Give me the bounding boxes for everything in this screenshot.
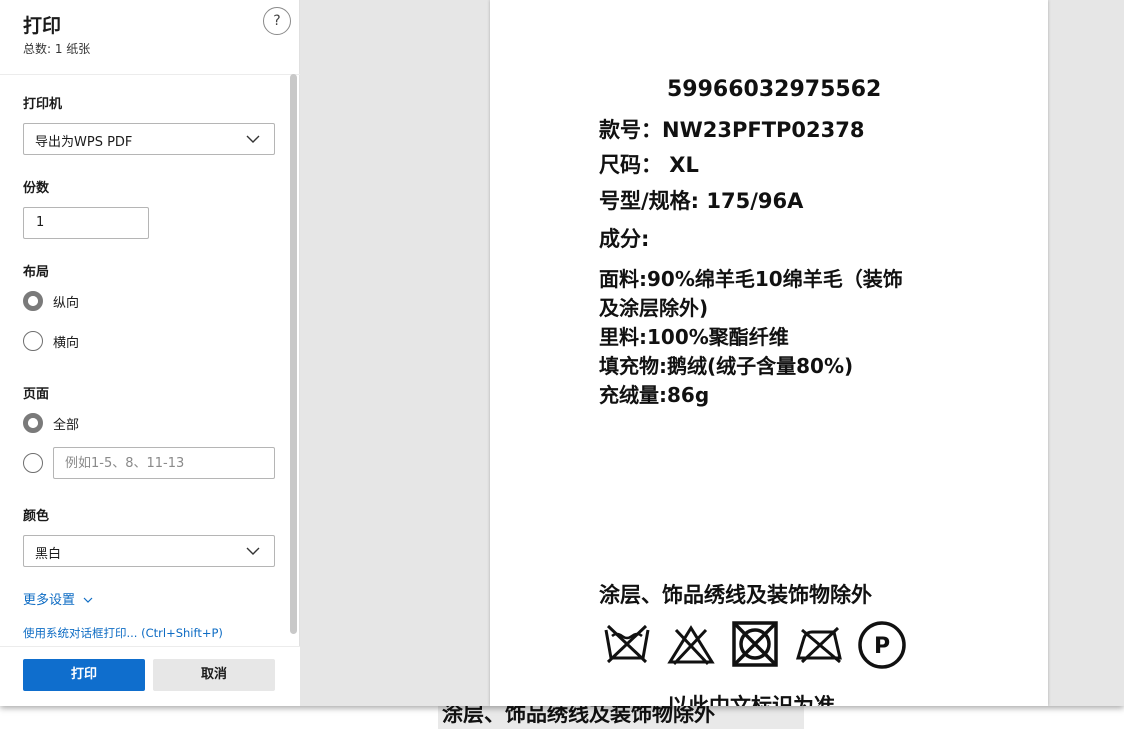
chevron-down-icon [246,547,260,555]
color-select[interactable]: 黑白 [23,535,275,567]
all-pages-radio[interactable] [23,413,43,433]
page-range-field [53,447,275,479]
cancel-button[interactable]: 取消 [153,659,275,691]
print-preview-page: 59966032975562 款号：NW23PFTP02378 尺码： XL 号… [490,0,1048,706]
barcode-number: 59966032975562 [667,77,882,102]
exclusion-line: 涂层、饰品绣线及装饰物除外 [599,583,872,607]
all-pages-label: 全部 [53,418,80,433]
panel-header: 打印 总数: 1 纸张 ? [0,0,300,75]
no-iron-icon [795,626,842,664]
chinese-label-note: 以此中文标识为准 [667,694,835,706]
copies-input[interactable]: 1 [23,207,149,239]
settings-panel: 打印 总数: 1 纸张 ? 打印机 导出为WPS PDF 份数 1 布局 纵向 … [0,0,300,706]
dry-clean-p-icon: P [858,621,906,669]
printer-value: 导出为WPS PDF [35,135,133,150]
more-settings-label: 更多设置 [23,593,76,608]
copies-value: 1 [36,215,45,230]
printer-label: 打印机 [23,97,63,112]
printer-select[interactable]: 导出为WPS PDF [23,123,275,155]
landscape-radio[interactable] [23,331,43,351]
layout-label: 布局 [23,265,50,280]
portrait-radio[interactable] [23,291,43,311]
sheet-count: 总数: 1 纸张 [23,42,91,56]
portrait-label: 纵向 [53,296,80,311]
dry-clean-letter: P [874,634,890,659]
settings-scroll-area: 打印机 导出为WPS PDF 份数 1 布局 纵向 横向 页面 全部 颜色 [0,76,300,646]
page-range-input[interactable] [54,448,274,478]
color-label: 颜色 [23,509,50,524]
custom-pages-radio[interactable] [23,453,43,473]
fabric-line-1: 面料:90%绵羊毛10绵羊毛（装饰 [599,267,903,291]
copies-label: 份数 [23,181,50,196]
size-line: 尺码： XL [599,153,699,177]
no-wash-icon [604,624,650,664]
chevron-down-icon [246,135,260,143]
fill-amount-line: 充绒量:86g [599,383,710,407]
no-tumble-dry-icon [732,621,778,667]
composition-label: 成分: [599,227,650,251]
spec-line: 号型/规格: 175/96A [599,189,804,213]
print-dialog: 打印 总数: 1 纸张 ? 打印机 导出为WPS PDF 份数 1 布局 纵向 … [0,0,1124,706]
no-bleach-icon [667,625,715,666]
more-settings-link[interactable]: 更多设置 [23,589,93,608]
style-number-line: 款号：NW23PFTP02378 [599,118,865,142]
lining-line: 里料:100%聚酯纤维 [599,325,789,349]
landscape-label: 横向 [53,336,80,351]
pages-label: 页面 [23,387,50,402]
panel-scrollbar[interactable] [290,74,297,634]
help-icon[interactable]: ? [263,7,291,35]
panel-footer: 打印 取消 [0,646,300,706]
fabric-line-2: 及涂层除外) [599,296,709,320]
color-value: 黑白 [35,547,62,562]
dialog-title: 打印 [23,15,62,37]
print-button[interactable]: 打印 [23,659,145,691]
chevron-down-icon [83,597,93,603]
filling-line: 填充物:鹅绒(绒子含量80%) [599,354,854,378]
system-dialog-link[interactable]: 使用系统对话框打印... (Ctrl+Shift+P) [23,625,223,641]
